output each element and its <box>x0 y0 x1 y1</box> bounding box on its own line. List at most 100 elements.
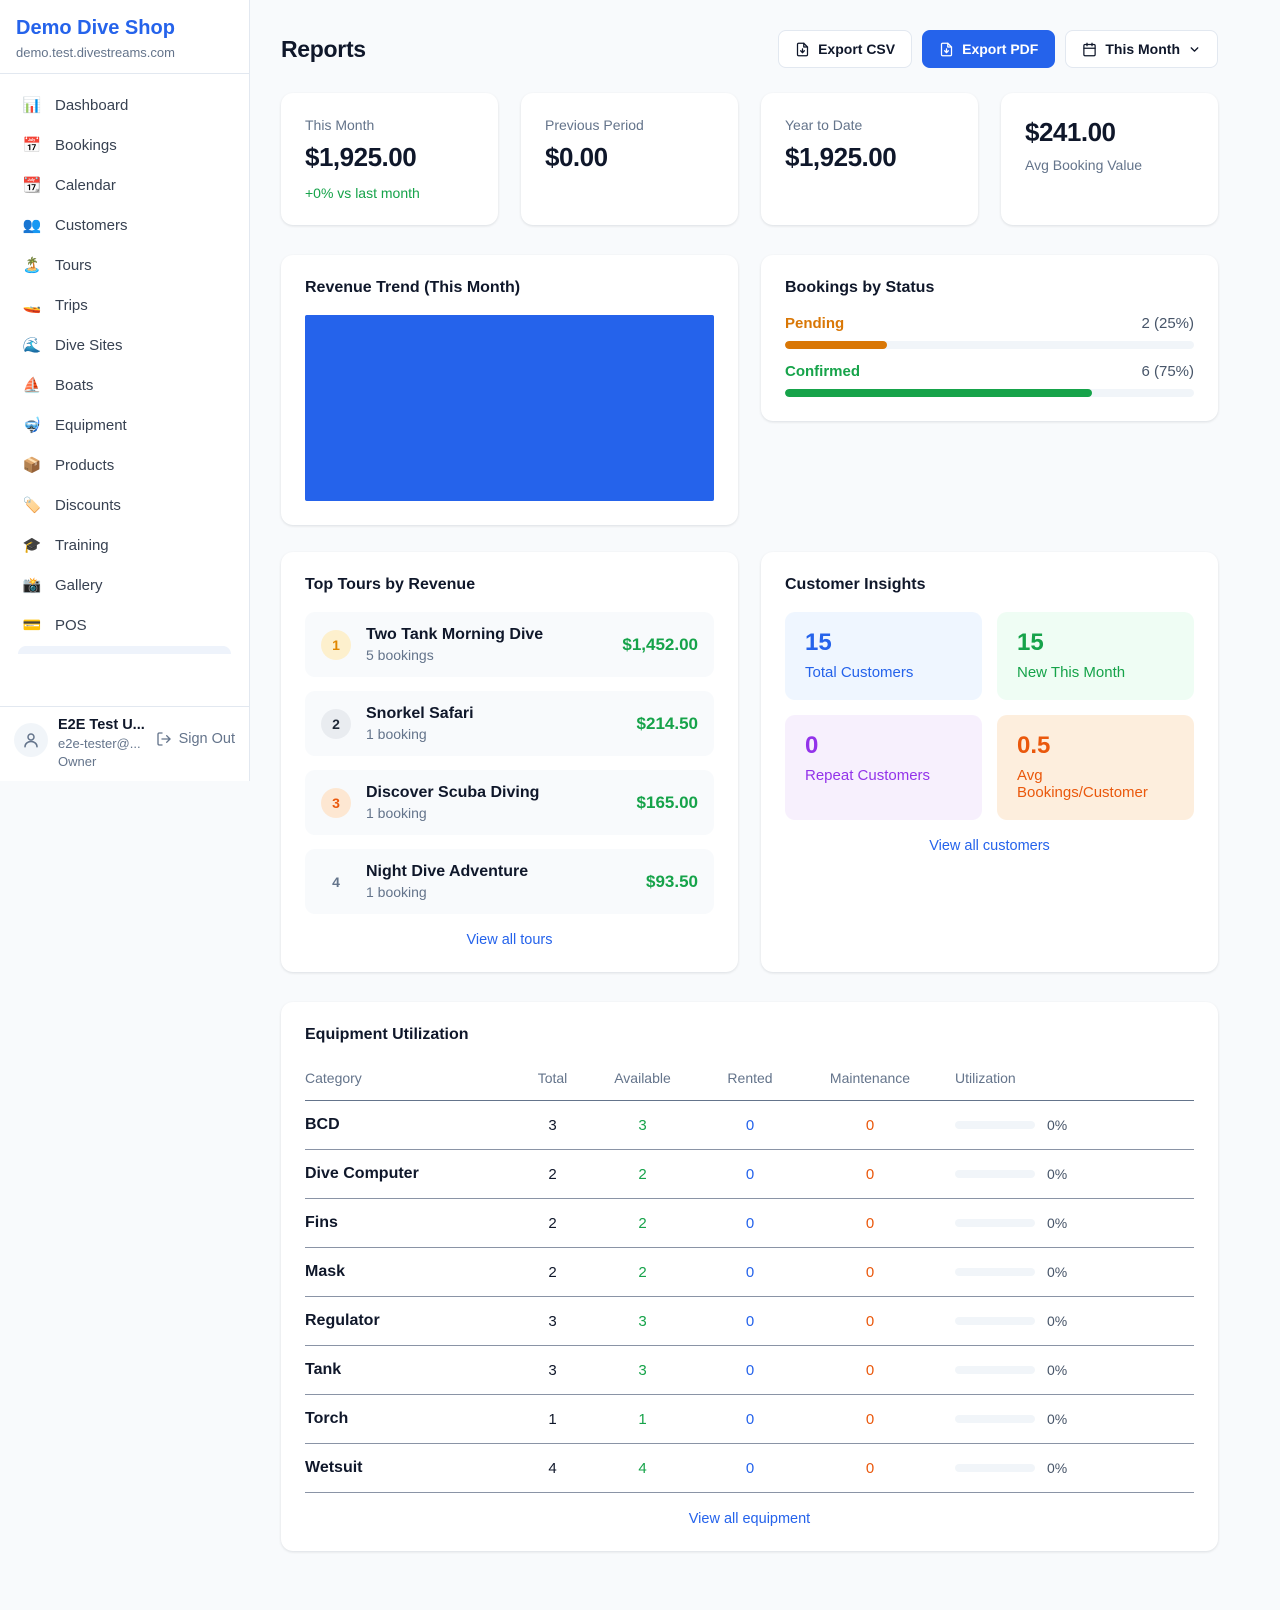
sidebar-item-reports-partial[interactable] <box>18 646 231 654</box>
equipment-maintenance: 0 <box>805 1248 935 1297</box>
nav-item-label: POS <box>55 617 87 634</box>
sign-out-button[interactable]: Sign Out <box>156 731 235 747</box>
equipment-table-header: Category Total Available Rented Maintena… <box>305 1062 1194 1101</box>
status-progress-track <box>785 389 1194 397</box>
sidebar-nav-item[interactable]: ⛵ Boats <box>8 366 241 404</box>
sidebar-nav-item[interactable]: 🚤 Trips <box>8 286 241 324</box>
period-label: This Month <box>1105 41 1180 57</box>
equipment-total: 4 <box>515 1444 590 1493</box>
sidebar-nav-item[interactable]: 💳 POS <box>8 606 241 644</box>
export-csv-button[interactable]: Export CSV <box>778 30 912 68</box>
nav-item-icon: 💳 <box>22 616 42 634</box>
equipment-row: Wetsuit 4 4 0 0 0% <box>305 1444 1194 1493</box>
stat-card: This Month $1,925.00 +0% vs last month <box>281 93 498 225</box>
tour-row[interactable]: 1 Two Tank Morning Dive 5 bookings $1,45… <box>305 612 714 677</box>
user-role: Owner <box>58 754 146 769</box>
nav-item-icon: 📦 <box>22 456 42 474</box>
utilization-bar-track <box>955 1366 1035 1374</box>
shop-name: Demo Dive Shop <box>16 17 233 40</box>
nav-item-icon: ⛵ <box>22 376 42 394</box>
equipment-maintenance: 0 <box>805 1444 935 1493</box>
sidebar-nav-item[interactable]: 🏝️ Tours <box>8 246 241 284</box>
user-name: E2E Test U... <box>58 717 146 733</box>
top-tours-card: Top Tours by Revenue 1 Two Tank Morning … <box>281 552 738 972</box>
person-icon <box>22 731 40 749</box>
utilization-percent: 0% <box>1047 1362 1067 1378</box>
view-all-customers-link[interactable]: View all customers <box>785 838 1194 854</box>
revenue-trend-bar <box>305 315 714 501</box>
sidebar-nav-item[interactable]: 🎓 Training <box>8 526 241 564</box>
equipment-row: Dive Computer 2 2 0 0 0% <box>305 1150 1194 1199</box>
tour-row[interactable]: 3 Discover Scuba Diving 1 booking $165.0… <box>305 770 714 835</box>
equipment-category: Wetsuit <box>305 1444 515 1493</box>
utilization-percent: 0% <box>1047 1411 1067 1427</box>
insight-value: 15 <box>805 629 962 657</box>
file-download-icon <box>939 42 954 57</box>
stat-delta: +0% vs last month <box>305 185 474 201</box>
equipment-total: 2 <box>515 1199 590 1248</box>
nav-item-label: Dive Sites <box>55 337 123 354</box>
equipment-category: Fins <box>305 1199 515 1248</box>
sidebar: Demo Dive Shop demo.test.divestreams.com… <box>0 0 250 781</box>
sidebar-nav-item[interactable]: 📦 Products <box>8 446 241 484</box>
col-available: Available <box>590 1062 695 1101</box>
period-dropdown[interactable]: This Month <box>1065 30 1218 68</box>
view-all-equipment-link[interactable]: View all equipment <box>305 1511 1194 1527</box>
col-total: Total <box>515 1062 590 1101</box>
status-label: Confirmed <box>785 363 860 380</box>
sidebar-nav-item[interactable]: 🏷️ Discounts <box>8 486 241 524</box>
sidebar-nav-item[interactable]: 📆 Calendar <box>8 166 241 204</box>
nav-item-icon: 📅 <box>22 136 42 154</box>
export-csv-label: Export CSV <box>818 41 895 57</box>
equipment-category: Dive Computer <box>305 1150 515 1199</box>
utilization-percent: 0% <box>1047 1117 1067 1133</box>
nav-item-label: Products <box>55 457 114 474</box>
nav-item-label: Equipment <box>55 417 127 434</box>
insight-tile: 0 Repeat Customers <box>785 715 982 820</box>
stat-label: Year to Date <box>785 117 954 133</box>
tour-name: Two Tank Morning Dive <box>366 626 543 644</box>
sidebar-nav-item[interactable]: 👥 Customers <box>8 206 241 244</box>
sidebar-nav-item[interactable]: 📊 Dashboard <box>8 86 241 124</box>
insight-value: 0.5 <box>1017 732 1174 760</box>
page-header: Reports Export CSV Export PDF This Month <box>281 30 1218 68</box>
stat-card: Year to Date $1,925.00 <box>761 93 978 225</box>
status-count: 6 (75%) <box>1141 363 1194 380</box>
nav-item-label: Boats <box>55 377 93 394</box>
sidebar-nav-item[interactable]: 🤿 Equipment <box>8 406 241 444</box>
tour-row[interactable]: 2 Snorkel Safari 1 booking $214.50 <box>305 691 714 756</box>
sidebar-nav-item[interactable]: 📅 Bookings <box>8 126 241 164</box>
insight-label: Repeat Customers <box>805 767 962 784</box>
rank-badge: 3 <box>321 788 351 818</box>
equipment-rented: 0 <box>695 1199 805 1248</box>
stat-cards-row: This Month $1,925.00 +0% vs last month P… <box>281 93 1218 225</box>
equipment-available: 2 <box>590 1150 695 1199</box>
tour-name: Discover Scuba Diving <box>366 784 539 802</box>
page-title: Reports <box>281 36 366 63</box>
equipment-category: Mask <box>305 1248 515 1297</box>
tour-revenue: $1,452.00 <box>622 635 698 655</box>
shop-domain: demo.test.divestreams.com <box>16 45 233 60</box>
stat-value: $1,925.00 <box>305 142 474 173</box>
equipment-row: Tank 3 3 0 0 0% <box>305 1346 1194 1395</box>
equipment-total: 3 <box>515 1297 590 1346</box>
nav-item-icon: 👥 <box>22 216 42 234</box>
equipment-maintenance: 0 <box>805 1199 935 1248</box>
equipment-maintenance: 0 <box>805 1297 935 1346</box>
equipment-category: Regulator <box>305 1297 515 1346</box>
brand-block: Demo Dive Shop demo.test.divestreams.com <box>0 0 249 74</box>
sidebar-nav-item[interactable]: 📸 Gallery <box>8 566 241 604</box>
insight-label: Avg Bookings/Customer <box>1017 767 1174 801</box>
export-pdf-button[interactable]: Export PDF <box>922 30 1055 68</box>
view-all-tours-link[interactable]: View all tours <box>305 932 714 948</box>
tour-bookings: 1 booking <box>366 884 528 900</box>
tour-bookings: 1 booking <box>366 726 474 742</box>
insights-grid: 15 Total Customers 15 New This Month 0 R… <box>785 612 1194 820</box>
revenue-trend-card: Revenue Trend (This Month) <box>281 255 738 525</box>
equipment-rented: 0 <box>695 1101 805 1150</box>
tour-row[interactable]: 4 Night Dive Adventure 1 booking $93.50 <box>305 849 714 914</box>
sidebar-nav-item[interactable]: 🌊 Dive Sites <box>8 326 241 364</box>
status-row: Pending 2 (25%) <box>785 315 1194 349</box>
nav-item-icon: 📊 <box>22 96 42 114</box>
avatar <box>14 723 48 757</box>
